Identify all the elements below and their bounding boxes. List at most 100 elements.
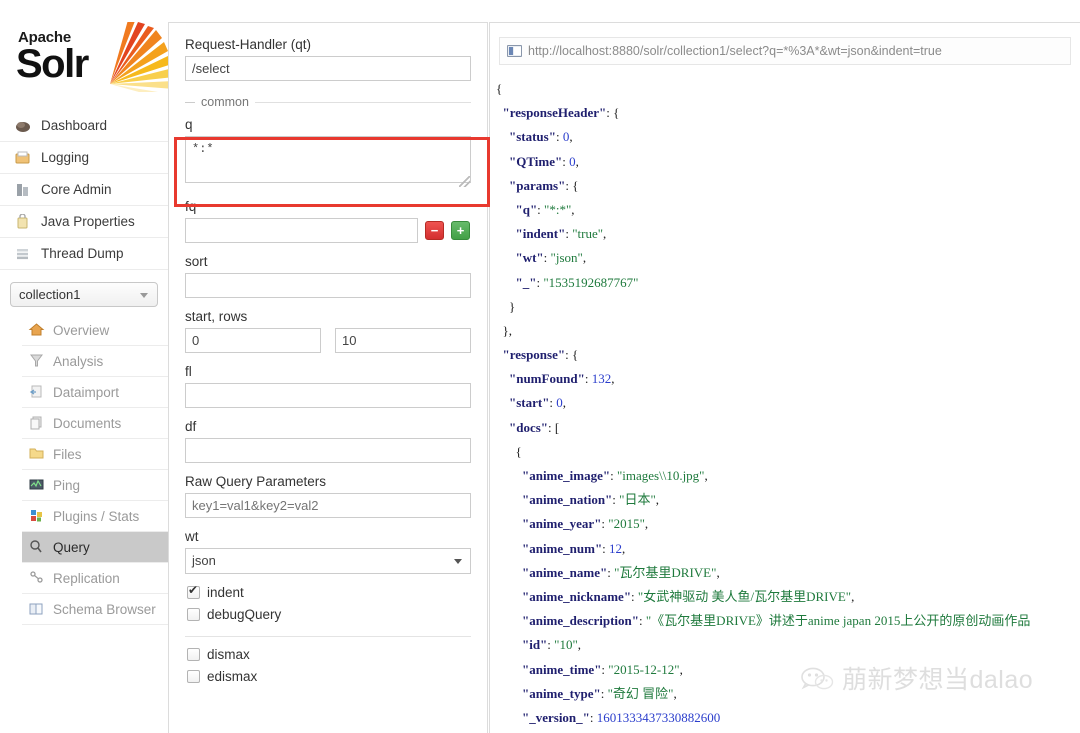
sort-input[interactable]: [185, 273, 471, 298]
sidebar-item-logging[interactable]: Logging: [0, 142, 168, 174]
sidebar-item-core-admin[interactable]: Core Admin: [0, 174, 168, 206]
json-token: "女武神驱动 美人鱼/瓦尔基里DRIVE": [637, 588, 852, 604]
sidebar-item-java-properties[interactable]: Java Properties: [0, 206, 168, 238]
json-token: :: [543, 250, 551, 266]
common-legend-label: common: [201, 95, 249, 109]
fl-input[interactable]: [185, 383, 471, 408]
edismax-checkbox-row[interactable]: edismax: [187, 669, 471, 684]
dismax-checkbox[interactable]: [187, 648, 200, 661]
json-token: "images\\10.jpg": [616, 468, 705, 483]
json-token: :: [639, 613, 646, 629]
json-token: : {: [565, 347, 579, 363]
core-selector[interactable]: collection1: [10, 282, 158, 307]
wt-select[interactable]: json: [185, 548, 471, 574]
request-handler-input[interactable]: [185, 56, 471, 81]
fq-field: fq − +: [185, 199, 471, 243]
logging-icon: [14, 150, 34, 166]
resize-handle[interactable]: [459, 176, 470, 187]
df-input[interactable]: [185, 438, 471, 463]
json-token: : {: [565, 177, 579, 193]
sidebar-item-label: Logging: [41, 150, 90, 165]
java-properties-icon: [14, 212, 34, 230]
json-line: "anime_nickname": "女武神驱动 美人鱼/瓦尔基里DRIVE",: [496, 585, 1074, 609]
json-token: "anime_type": [522, 685, 601, 701]
sidebar-item-label: Java Properties: [41, 214, 135, 229]
core-selector-value: collection1: [19, 287, 81, 302]
wt-field: wt json: [185, 529, 471, 574]
dismax-checkbox-row[interactable]: dismax: [187, 647, 471, 662]
edismax-checkbox[interactable]: [187, 670, 200, 683]
sidebar-item-query[interactable]: Query: [22, 532, 168, 563]
json-line: "responseHeader": {: [496, 101, 1074, 125]
start-input[interactable]: [185, 328, 321, 353]
fq-label: fq: [185, 199, 197, 214]
indent-checkbox-row[interactable]: indent: [187, 584, 471, 600]
chevron-down-icon: [140, 293, 148, 298]
json-line: "id": "10",: [496, 633, 1074, 657]
sidebar-item-replication[interactable]: Replication: [22, 563, 168, 594]
solr-admin-query-page: Apache Solr Dashboard Logging Core Admin…: [0, 0, 1080, 733]
sidebar-item-documents[interactable]: Documents: [22, 408, 168, 439]
json-token: "responseHeader": [502, 105, 607, 121]
debugquery-checkbox-row[interactable]: debugQuery: [187, 607, 471, 622]
chevron-down-icon: [454, 559, 462, 564]
json-token: "anime_time": [522, 661, 602, 677]
json-token: :: [600, 685, 608, 701]
sidebar-item-thread-dump[interactable]: Thread Dump: [0, 238, 168, 270]
json-token: :: [555, 129, 563, 145]
sidebar-item-overview[interactable]: Overview: [22, 315, 168, 346]
json-line: "docs": [: [496, 416, 1074, 440]
q-input[interactable]: *:*: [185, 136, 471, 183]
sidebar-item-dataimport[interactable]: Dataimport: [22, 377, 168, 408]
solr-logo[interactable]: Apache Solr: [0, 0, 174, 110]
remove-fq-button[interactable]: −: [425, 221, 444, 240]
json-token: "anime_description": [522, 613, 639, 629]
json-token: ,: [562, 395, 567, 411]
json-token: "_": [515, 274, 537, 290]
response-url-bar[interactable]: http://localhost:8880/solr/collection1/s…: [499, 37, 1071, 65]
json-token: 1601333437330882600: [596, 709, 721, 725]
request-handler-label: Request-Handler (qt): [185, 37, 312, 52]
sidebar-item-files[interactable]: Files: [22, 439, 168, 470]
sidebar-item-analysis[interactable]: Analysis: [22, 346, 168, 377]
fq-input[interactable]: [185, 218, 418, 243]
wt-label: wt: [185, 529, 199, 544]
rows-input[interactable]: [335, 328, 471, 353]
sidebar-item-label: Query: [53, 539, 90, 555]
sort-field: sort: [185, 254, 471, 298]
sidebar-item-dashboard[interactable]: Dashboard: [0, 110, 168, 142]
json-line: "indent": "true",: [496, 222, 1074, 246]
json-token: "anime_nation": [522, 492, 613, 508]
json-token: ,: [603, 226, 607, 242]
json-token: "status": [509, 129, 556, 145]
q-field: q *:*: [185, 117, 471, 188]
json-line: "anime_type": "奇幻 冒险",: [496, 682, 1074, 706]
folder-icon: [28, 446, 47, 462]
raw-query-parameters-input[interactable]: [185, 493, 471, 518]
json-token: :: [589, 709, 597, 725]
sidebar-item-plugins-stats[interactable]: Plugins / Stats: [22, 501, 168, 532]
json-token: "response": [502, 347, 566, 363]
json-line: }: [496, 295, 1074, 319]
sidebar-item-label: Schema Browser: [53, 601, 156, 617]
indent-checkbox[interactable]: [187, 584, 200, 599]
json-token: "QTime": [509, 153, 563, 169]
sidebar-item-ping[interactable]: Ping: [22, 470, 168, 501]
debugquery-checkbox[interactable]: [187, 608, 200, 621]
core-nav-list: Overview Analysis Dataimport Documents F…: [0, 315, 168, 625]
logo-solr-text: Solr: [16, 42, 89, 86]
json-token: "wt": [515, 250, 544, 266]
add-fq-button[interactable]: +: [451, 221, 470, 240]
legend-dash: [185, 101, 195, 103]
json-token: "start": [509, 395, 550, 411]
sidebar-item-schema-browser[interactable]: Schema Browser: [22, 594, 168, 625]
schema-browser-icon: [28, 601, 47, 617]
